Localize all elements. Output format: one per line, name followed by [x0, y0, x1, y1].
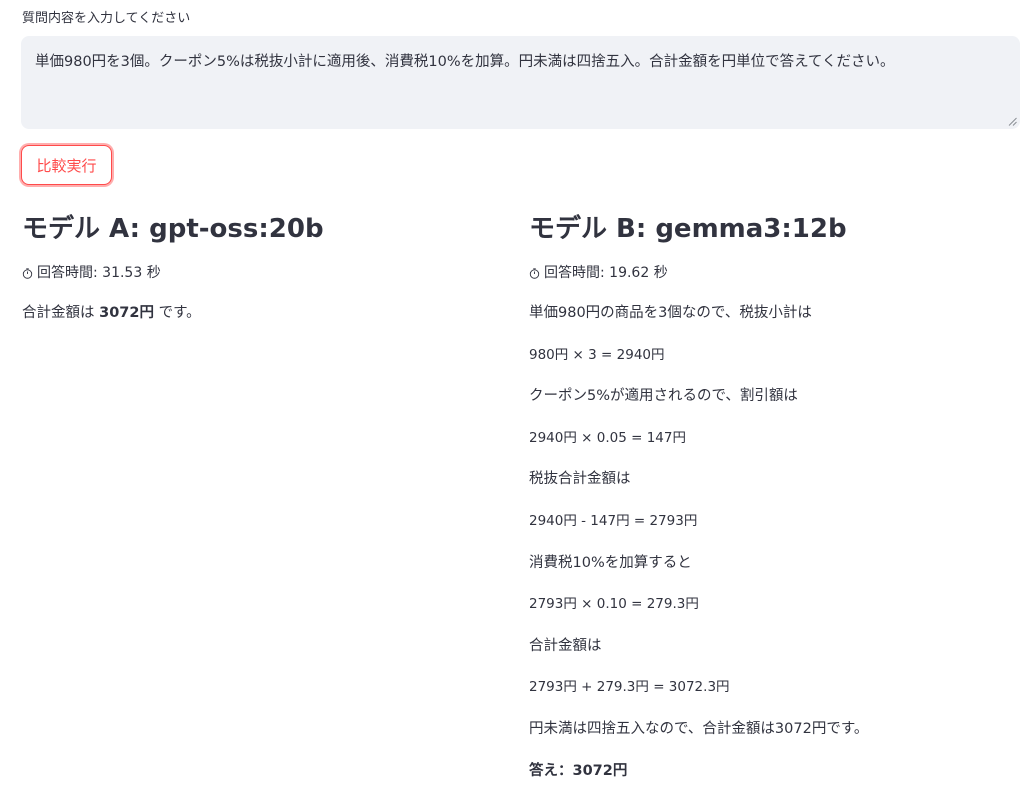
- answer-line: 合計金額は: [529, 637, 602, 654]
- answer-line: 税抜合計金額は: [529, 471, 631, 488]
- model-a-title: モデル A: gpt-oss:20b: [22, 214, 324, 244]
- model-a-answer-prefix: 合計金額は: [22, 305, 100, 321]
- answer-line: 2793円 × 0.10 = 279.3円: [529, 596, 699, 613]
- question-label: 質問内容を入力してください: [22, 11, 191, 26]
- model-a-answer-suffix: です。: [153, 305, 201, 321]
- model-b-time-row: 回答時間: 19.62 秒: [529, 264, 1019, 282]
- model-a-answer-value: 3072円: [99, 305, 154, 321]
- resize-handle-icon[interactable]: [1008, 117, 1017, 126]
- stopwatch-icon: [529, 267, 540, 279]
- model-a-time-row: 回答時間: 31.53 秒: [22, 264, 502, 282]
- model-b-answer: 単価980円の商品を3個なので、税抜小計は 980円 × 3 = 2940円 ク…: [529, 303, 1019, 781]
- answer-line: 980円 × 3 = 2940円: [529, 346, 665, 363]
- answer-line: 単価980円の商品を3個なので、税抜小計は: [529, 305, 812, 321]
- compare-button[interactable]: 比較実行: [21, 145, 112, 185]
- answer-line: 2940円 - 147円 = 2793円: [529, 512, 698, 529]
- question-text[interactable]: 単価980円を3個。クーポン5%は税抜小計に適用後、消費税10%を加算。円未満は…: [35, 52, 1006, 72]
- answer-line: クーポン5%が適用されるので、割引額は: [529, 388, 798, 405]
- answer-line: 消費税10%を加算すると: [529, 554, 692, 571]
- answer-line: 円未満は四捨五入なので、合計金額は3072円です。: [529, 720, 869, 737]
- answer-line: 2940円 × 0.05 = 147円: [529, 429, 686, 446]
- final-answer: 答え：3072円: [529, 762, 628, 779]
- model-b-title: モデル B: gemma3:12b: [529, 214, 847, 244]
- model-a-answer: 合計金額は 3072円 です。: [22, 303, 502, 323]
- model-a-column: モデル A: gpt-oss:20b 回答時間: 31.53 秒 合計金額は 3…: [22, 212, 502, 323]
- model-b-time: 回答時間: 19.62 秒: [544, 265, 668, 281]
- stopwatch-icon: [22, 267, 33, 279]
- model-a-answer-line: 合計金額は 3072円 です。: [22, 303, 502, 323]
- model-b-column: モデル B: gemma3:12b 回答時間: 19.62 秒 単価980円の商…: [529, 212, 1019, 781]
- model-a-time: 回答時間: 31.53 秒: [37, 265, 161, 281]
- question-textarea[interactable]: 単価980円を3個。クーポン5%は税抜小計に適用後、消費税10%を加算。円未満は…: [21, 36, 1020, 129]
- app-page: 質問内容を入力してください 単価980円を3個。クーポン5%は税抜小計に適用後、…: [0, 0, 1030, 809]
- answer-line: 2793円 + 279.3円 = 3072.3円: [529, 679, 730, 696]
